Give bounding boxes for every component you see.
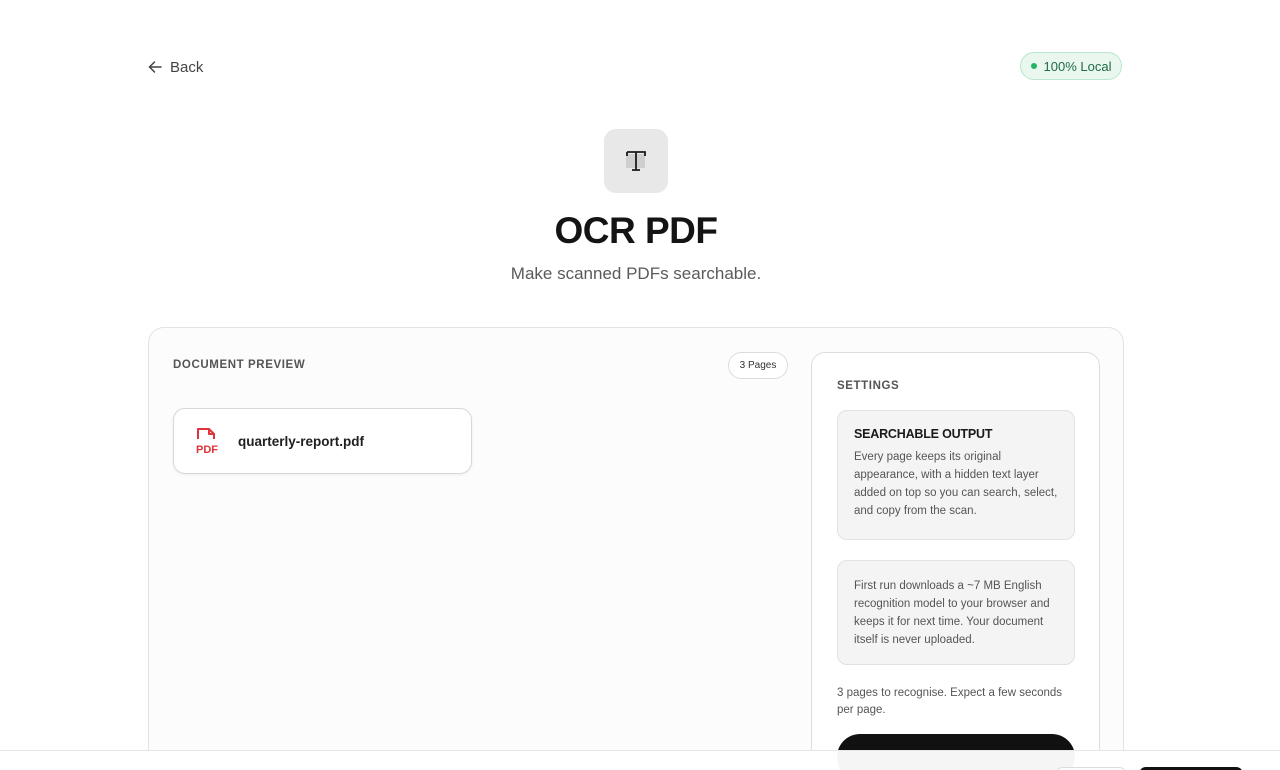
recognise-note: 3 pages to recognise. Expect a few secon…: [837, 687, 1063, 716]
page-count-badge: 3 Pages: [728, 352, 788, 379]
settings-label: SETTINGS: [837, 380, 900, 392]
local-badge-label: 100% Local: [1043, 58, 1112, 74]
model-download-notice: First run downloads a ~7 MB English reco…: [837, 560, 1075, 665]
page-subtitle: Make scanned PDFs searchable.: [510, 264, 762, 283]
text-cursor-icon: [604, 129, 668, 193]
tool-card: DOCUMENT PREVIEW 3 Pages PDF quarterly-r…: [148, 327, 1124, 770]
pdf-icon-text: PDF: [196, 444, 218, 455]
page-title: OCR PDF: [554, 210, 719, 251]
back-label: Back: [170, 58, 204, 76]
ocr-pdf-page: Back 100% Local OCR PDF Make scanned PDF…: [0, 0, 1280, 770]
searchable-output-box: SEARCHABLE OUTPUT Every page keeps its o…: [837, 410, 1075, 540]
searchable-output-title: SEARCHABLE OUTPUT: [854, 427, 993, 441]
pdf-file-icon: PDF: [194, 427, 220, 456]
file-name: quarterly-report.pdf: [238, 433, 365, 449]
file-card[interactable]: PDF quarterly-report.pdf: [173, 408, 472, 474]
model-download-text: First run downloads a ~7 MB English reco…: [854, 580, 1050, 646]
back-link[interactable]: Back: [148, 57, 203, 77]
document-preview-label: DOCUMENT PREVIEW: [173, 359, 306, 371]
arrow-left-icon: [148, 60, 162, 74]
local-status-badge: 100% Local: [1020, 52, 1122, 80]
status-dot-icon: [1030, 63, 1037, 69]
searchable-output-text: Every page keeps its original appearance…: [854, 451, 1058, 517]
settings-panel: SETTINGS SEARCHABLE OUTPUT Every page ke…: [811, 352, 1100, 770]
